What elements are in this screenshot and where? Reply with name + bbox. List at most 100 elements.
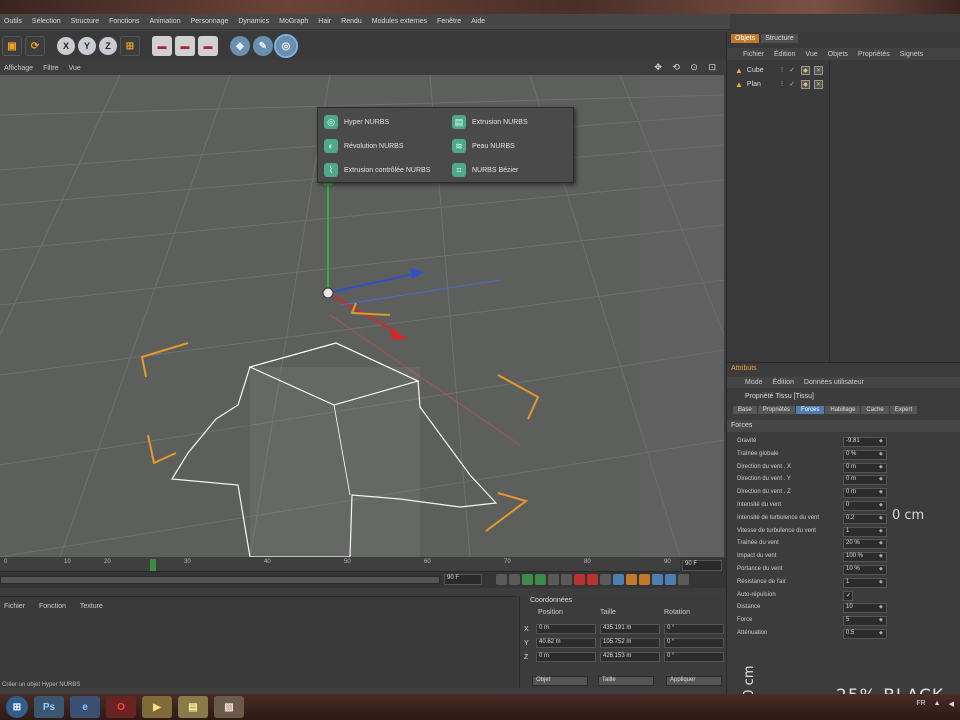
- z-axis-lock-button[interactable]: Z: [99, 37, 117, 55]
- rotation-h-field[interactable]: 0 °: [664, 624, 724, 634]
- object-row-plane[interactable]: ▲ Plan ⁝ ✓ ◆ ✕: [727, 78, 960, 90]
- pen-spline-icon[interactable]: ✎: [253, 36, 273, 56]
- timeline-ruler[interactable]: 0 10 20 30 40 50 60 70 80 90: [0, 558, 680, 572]
- tab-properties[interactable]: Propriétés: [757, 406, 796, 414]
- spinner-icon[interactable]: ◆: [879, 464, 883, 470]
- scale-key-button[interactable]: [639, 574, 650, 585]
- viewport-menu-item[interactable]: Filtre: [43, 65, 59, 72]
- spinner-icon[interactable]: ◆: [879, 553, 883, 559]
- visibility-flags[interactable]: ⁝ ✓: [781, 66, 797, 74]
- cube-primitive-icon[interactable]: ◆: [230, 36, 250, 56]
- cloth-tag-icon[interactable]: ✕: [813, 65, 823, 75]
- menu-item[interactable]: Personnage: [191, 18, 229, 25]
- spinner-icon[interactable]: ◆: [879, 617, 883, 623]
- pla-key-button[interactable]: [665, 574, 676, 585]
- object-menu-item[interactable]: Fichier: [743, 51, 764, 58]
- menu-item[interactable]: Rendu: [341, 18, 362, 25]
- size-y-field[interactable]: 105.752 m: [600, 638, 660, 648]
- object-menu-item[interactable]: Objets: [828, 51, 848, 58]
- end-frame-field[interactable]: 90 F: [682, 560, 722, 571]
- object-menu-item[interactable]: Vue: [805, 51, 817, 58]
- tab-objects[interactable]: Objets: [731, 34, 760, 43]
- y-axis-lock-button[interactable]: Y: [78, 37, 96, 55]
- menu-item[interactable]: Dynamics: [238, 18, 269, 25]
- spinner-icon[interactable]: ◆: [879, 502, 883, 508]
- popup-item-bezier-nurbs[interactable]: ⌗ NURBS Bézier: [452, 160, 518, 180]
- spinner-icon[interactable]: ◆: [879, 438, 883, 444]
- menu-item[interactable]: Fenêtre: [437, 18, 461, 25]
- object-menu-item[interactable]: Propriétés: [858, 51, 890, 58]
- start-button-icon[interactable]: ⊞: [6, 696, 28, 718]
- menu-item[interactable]: Aide: [471, 18, 485, 25]
- tab-structure[interactable]: Structure: [761, 34, 798, 43]
- spinner-icon[interactable]: ◆: [879, 604, 883, 610]
- coordinate-system-icon[interactable]: ⊞: [120, 36, 140, 56]
- timeline-settings-button[interactable]: [678, 574, 689, 585]
- tab-forces[interactable]: Forces: [796, 406, 825, 414]
- object-menu-item[interactable]: Édition: [774, 51, 795, 58]
- menu-item[interactable]: Sélection: [32, 18, 61, 25]
- rotation-p-field[interactable]: 0 °: [664, 638, 724, 648]
- current-frame-field[interactable]: 90 F: [444, 574, 482, 585]
- rotation-b-field[interactable]: 0 °: [664, 652, 724, 662]
- property-checkbox[interactable]: ✓: [843, 590, 853, 601]
- z-axis-handle[interactable]: [327, 272, 419, 294]
- viewport-menu-item[interactable]: Vue: [69, 65, 81, 72]
- size-x-field[interactable]: 435.191 m: [600, 624, 660, 634]
- attribute-menu-item[interactable]: Édition: [773, 379, 794, 386]
- material-menu-item[interactable]: Fonction: [39, 603, 66, 610]
- menu-item[interactable]: Outils: [4, 18, 22, 25]
- play-backward-button[interactable]: [522, 574, 533, 585]
- texture-tag-icon[interactable]: ◆: [800, 65, 810, 75]
- spinner-icon[interactable]: ◆: [879, 579, 883, 585]
- param-key-button[interactable]: [652, 574, 663, 585]
- menu-item[interactable]: MoGraph: [279, 18, 308, 25]
- position-z-field[interactable]: 0 m: [536, 652, 596, 662]
- menu-item[interactable]: Structure: [71, 18, 99, 25]
- nurbs-menu-icon[interactable]: ◎: [274, 34, 298, 58]
- position-x-field[interactable]: 0 m: [536, 624, 596, 634]
- material-menu-item[interactable]: Texture: [80, 603, 103, 610]
- opera-taskbar-icon[interactable]: O: [106, 696, 136, 718]
- autokey-button[interactable]: [587, 574, 598, 585]
- go-to-end-button[interactable]: [561, 574, 572, 585]
- network-icon[interactable]: ▲: [934, 700, 941, 708]
- popup-item-hyper-nurbs[interactable]: ◎ Hyper NURBS: [324, 112, 389, 132]
- object-row-cube[interactable]: ▲ Cube ⁝ ✓ ◆ ✕: [727, 64, 960, 76]
- keyframe-selection-button[interactable]: [600, 574, 611, 585]
- viewport-nav-icons[interactable]: ✥ ⟲ ⊙ ⊡: [654, 62, 720, 73]
- image-viewer-taskbar-icon[interactable]: ▧: [214, 696, 244, 718]
- position-y-field[interactable]: 40.62 m: [536, 638, 596, 648]
- previous-key-button[interactable]: [509, 574, 520, 585]
- playhead[interactable]: [150, 559, 156, 571]
- spinner-icon[interactable]: ◆: [879, 566, 883, 572]
- visibility-flags[interactable]: ⁝ ✓: [781, 80, 797, 88]
- popup-item-extrude-nurbs[interactable]: ▤ Extrusion NURBS: [452, 112, 528, 132]
- spinner-icon[interactable]: ◆: [879, 489, 883, 495]
- spinner-icon[interactable]: ◆: [879, 630, 883, 636]
- tab-cache[interactable]: Cache: [861, 406, 889, 414]
- file-explorer-taskbar-icon[interactable]: ▤: [178, 696, 208, 718]
- x-axis-lock-button[interactable]: X: [57, 37, 75, 55]
- viewport-menu-item[interactable]: Affichage: [4, 65, 33, 72]
- next-key-button[interactable]: [548, 574, 559, 585]
- tab-dress[interactable]: Habillage: [825, 406, 861, 414]
- internet-explorer-taskbar-icon[interactable]: e: [70, 696, 100, 718]
- photoshop-taskbar-icon[interactable]: Ps: [34, 696, 64, 718]
- spinner-icon[interactable]: ◆: [879, 540, 883, 546]
- cloth-tag-icon[interactable]: ✕: [813, 79, 823, 89]
- volume-icon[interactable]: ◀: [949, 700, 954, 708]
- popup-item-revolution-nurbs[interactable]: ◐ Révolution NURBS: [324, 136, 404, 156]
- perspective-viewport[interactable]: ◎ Hyper NURBS ◐ Révolution NURBS ⌇ Extru…: [0, 75, 724, 557]
- texture-tag-icon[interactable]: ◆: [800, 79, 810, 89]
- media-player-taskbar-icon[interactable]: ▶: [142, 696, 172, 718]
- menu-item[interactable]: Fonctions: [109, 18, 139, 25]
- render-view-icon[interactable]: ▬: [152, 36, 172, 56]
- attribute-menu-item[interactable]: Mode: [745, 379, 763, 386]
- language-indicator[interactable]: FR: [916, 700, 925, 708]
- position-key-button[interactable]: [613, 574, 624, 585]
- popup-item-sweep-nurbs[interactable]: ⌇ Extrusion contrôlée NURBS: [324, 160, 430, 180]
- spinner-icon[interactable]: ◆: [879, 515, 883, 521]
- render-picture-viewer-icon[interactable]: ▬: [175, 36, 195, 56]
- rotate-tool-icon[interactable]: ⟳: [25, 36, 45, 56]
